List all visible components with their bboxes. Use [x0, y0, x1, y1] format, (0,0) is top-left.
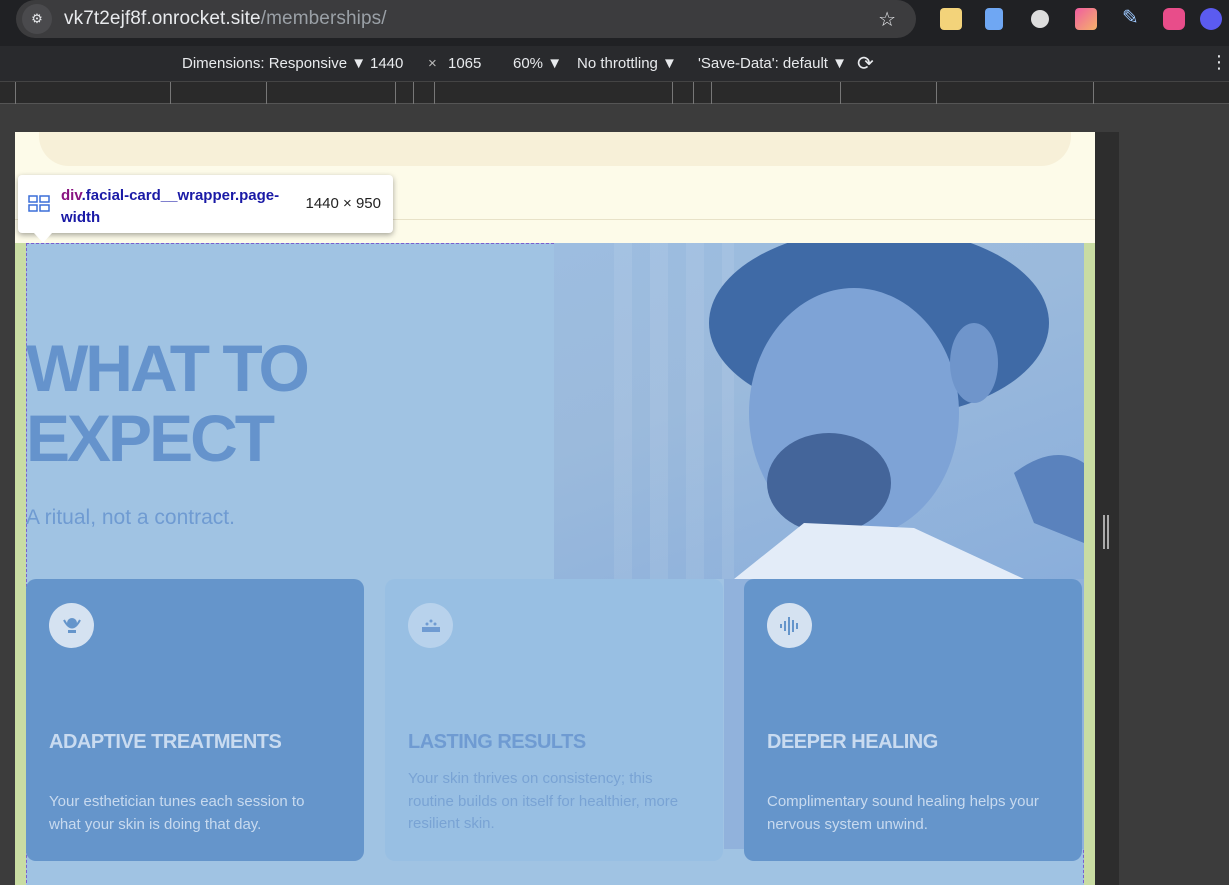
section-subtitle: A ritual, not a contract. — [26, 506, 235, 529]
browser-toolbar: ⚙ vk7t2ejf8f.onrocket.site/memberships/ … — [0, 0, 1229, 46]
card-text: Complimentary sound healing helps your n… — [767, 793, 1039, 833]
times-sign: × — [428, 55, 437, 72]
width-input[interactable]: 1440 — [370, 55, 403, 72]
url-host: vk7t2ejf8f.onrocket.site — [64, 8, 261, 29]
card-lasting-results: LASTING RESULTS Your skin thrives on con… — [385, 579, 723, 861]
portrait-illustration — [709, 243, 1084, 579]
element-size: 1440 × 950 — [305, 195, 382, 212]
bookmark-star-icon[interactable]: ☆ — [878, 7, 896, 32]
throttling-dropdown[interactable]: No throttling ▼ — [577, 55, 677, 72]
page-viewport: WHAT TO EXPECT A ritual, not a contract.… — [15, 132, 1095, 885]
extension-docs-icon[interactable] — [985, 8, 1003, 30]
card-adaptive-treatments: ADAPTIVE TREATMENTS Your esthetician tun… — [26, 579, 364, 861]
address-bar[interactable]: ⚙ vk7t2ejf8f.onrocket.site/memberships/ … — [16, 0, 916, 38]
inspector-tooltip: div.facial-card__wrapper.page-width 1440… — [18, 175, 393, 243]
card-title: DEEPER HEALING — [767, 731, 938, 753]
height-input[interactable]: 1065 — [448, 55, 481, 72]
face-care-icon — [49, 603, 94, 648]
extension-record-icon[interactable] — [1031, 10, 1049, 28]
element-classes: .facial-card__wrapper.page-width — [61, 187, 280, 226]
extension-eyedropper-icon[interactable]: ✎ — [1122, 5, 1144, 29]
sound-wave-icon — [767, 603, 812, 648]
extension-color-icon[interactable] — [1075, 8, 1097, 30]
site-info-icon[interactable]: ⚙ — [22, 4, 52, 34]
save-data-dropdown[interactable]: 'Save-Data': default ▼ — [698, 55, 847, 72]
zoom-dropdown[interactable]: 60% ▼ — [513, 55, 562, 72]
grid-layout-icon — [28, 195, 50, 212]
extension-profile-icon[interactable] — [1200, 8, 1222, 30]
extension-video-icon[interactable] — [1163, 8, 1185, 30]
url-text[interactable]: vk7t2ejf8f.onrocket.site/memberships/ — [64, 8, 387, 30]
hero-banner — [39, 132, 1071, 166]
rotate-icon[interactable]: ⟳ — [857, 51, 874, 76]
element-selector: div.facial-card__wrapper.page-width — [61, 185, 301, 229]
facial-card-section: WHAT TO EXPECT A ritual, not a contract.… — [15, 243, 1095, 885]
element-tag: div — [61, 187, 82, 204]
facial-card-wrapper: WHAT TO EXPECT A ritual, not a contract.… — [26, 243, 1084, 885]
spa-tray-icon — [408, 603, 453, 648]
viewport-resize-handle[interactable] — [1103, 515, 1109, 549]
portrait-image — [554, 243, 1084, 579]
card-text: Your esthetician tunes each session to w… — [49, 793, 305, 833]
card-deeper-healing: DEEPER HEALING Complimentary sound heali… — [744, 579, 1082, 861]
extension-notes-icon[interactable] — [940, 8, 962, 30]
card-title: LASTING RESULTS — [408, 731, 586, 753]
url-path: /memberships/ — [260, 8, 387, 29]
viewport-gutter — [1095, 132, 1119, 885]
card-text: Your skin thrives on consistency; this r… — [408, 770, 679, 832]
media-query-ruler[interactable] — [0, 82, 1229, 104]
card-title: ADAPTIVE TREATMENTS — [49, 731, 282, 753]
section-title: WHAT TO EXPECT — [26, 331, 310, 475]
device-toolbar: Dimensions: Responsive ▼ 1440 × 1065 60%… — [0, 46, 1229, 82]
dimensions-dropdown[interactable]: Dimensions: Responsive ▼ — [182, 55, 366, 72]
more-options-icon[interactable]: ⋮ — [1210, 52, 1228, 73]
